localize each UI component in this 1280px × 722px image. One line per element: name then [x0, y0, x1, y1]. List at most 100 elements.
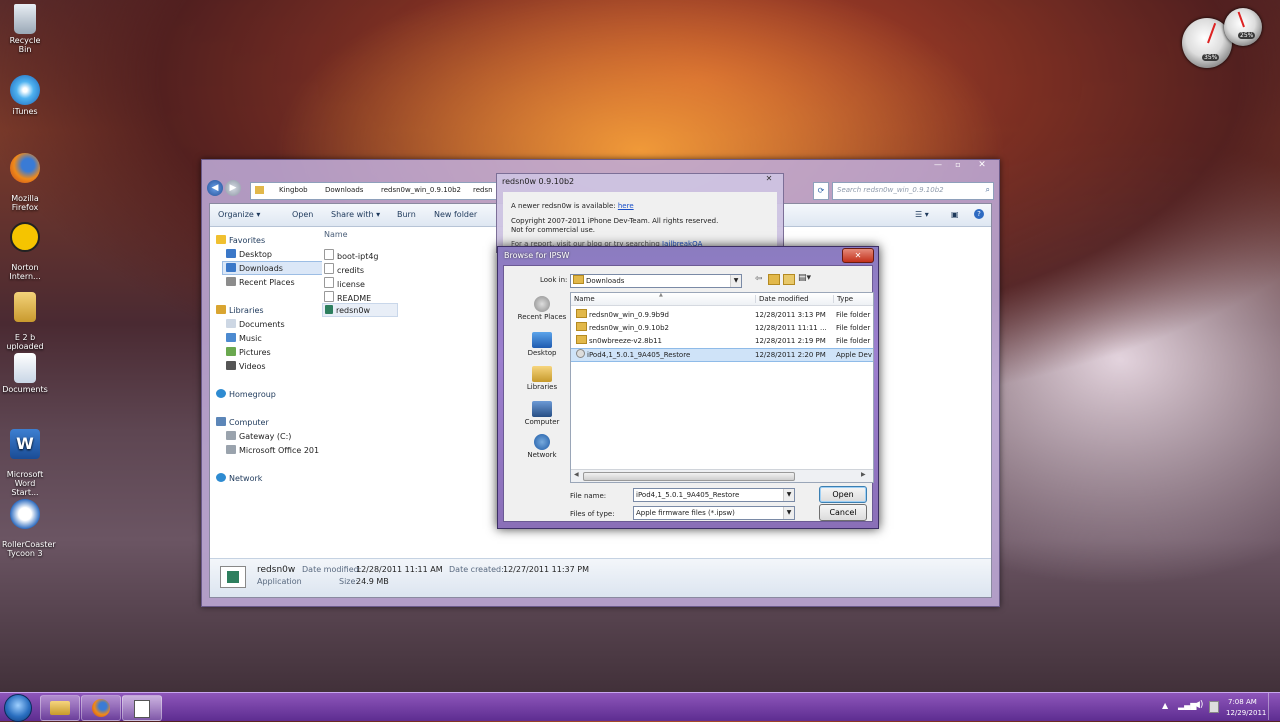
file-name-text: redsn0w_win_0.9.10b2 — [589, 324, 670, 332]
horizontal-scrollbar[interactable]: ◀ ▶ — [571, 469, 873, 482]
firefox-icon — [92, 699, 110, 717]
place-libraries[interactable]: Libraries — [512, 366, 572, 391]
up-folder-icon[interactable] — [768, 274, 780, 285]
nav-videos[interactable]: Videos — [226, 361, 266, 371]
column-header-type[interactable]: Type — [833, 295, 853, 303]
breadcrumb-item[interactable]: redsn0w_win_0.9.10b2 — [381, 186, 461, 194]
place-label: Network — [527, 451, 557, 459]
file-name-input[interactable]: iPod4,1_5.0.1_9A405_Restore ▼ — [633, 488, 795, 502]
file-row[interactable]: boot-ipt4g — [324, 249, 379, 261]
file-row-selected[interactable]: iPod4,1_5.0.1_9A405_Restore 12/28/2011 2… — [571, 348, 873, 362]
file-row[interactable]: credits — [324, 263, 364, 275]
view-options-icon[interactable]: ☰ ▾ — [915, 210, 929, 219]
nav-gateway-drive[interactable]: Gateway (C:) — [226, 431, 291, 441]
file-type: File folder — [836, 337, 871, 345]
power-icon[interactable] — [1209, 701, 1219, 713]
column-header-date[interactable]: Date modified — [755, 295, 809, 303]
nav-favorites[interactable]: Favorites — [216, 235, 265, 245]
desktop-icon-documents[interactable]: Documents — [2, 353, 48, 394]
firefox-icon — [10, 153, 40, 183]
close-button[interactable]: ✕ — [968, 160, 996, 171]
breadcrumb-item[interactable]: redsn — [473, 186, 493, 194]
memory-meter-gadget[interactable]: 25% — [1224, 8, 1262, 46]
new-folder-button[interactable]: New folder — [434, 210, 477, 219]
folder-icon — [255, 186, 264, 194]
new-folder-icon[interactable] — [783, 274, 795, 285]
place-recent-places[interactable]: Recent Places — [512, 296, 572, 321]
show-hidden-icons[interactable]: ▲ — [1162, 701, 1168, 710]
taskbar-firefox[interactable] — [81, 695, 121, 721]
file-row[interactable]: redsn0w_win_0.9.10b2 12/28/2011 11:11 ..… — [571, 322, 873, 334]
update-link[interactable]: here — [618, 202, 634, 210]
nav-network[interactable]: Network — [216, 473, 262, 483]
desktop-icon-folder[interactable]: E 2 b uploaded — [2, 283, 48, 360]
burn-button[interactable]: Burn — [397, 210, 416, 219]
file-row[interactable]: README — [324, 291, 371, 303]
browse-ipsw-dialog[interactable]: Browse for IPSW ✕ Look in: Downloads ▼ ⇦… — [497, 246, 879, 529]
minimize-button[interactable]: — — [928, 160, 948, 171]
start-button[interactable] — [4, 694, 32, 722]
nav-recent-places[interactable]: Recent Places — [226, 277, 295, 287]
desktop-icon-recycle-bin[interactable]: Recycle Bin — [2, 4, 48, 54]
nav-pictures[interactable]: Pictures — [226, 347, 271, 357]
open-button[interactable]: Open — [292, 210, 313, 219]
back-icon[interactable]: ⇦ — [755, 274, 763, 284]
chevron-down-icon: ▼ — [783, 507, 794, 519]
nav-music[interactable]: Music — [226, 333, 262, 343]
open-button[interactable]: Open — [819, 486, 867, 503]
computer-icon — [532, 401, 552, 417]
file-type-select[interactable]: Apple firmware files (*.ipsw) ▼ — [633, 506, 795, 520]
refresh-button[interactable]: ⟳ — [813, 182, 829, 200]
desktop-icon-norton[interactable]: Norton Intern... — [2, 213, 48, 290]
details-file-type: Application — [257, 577, 302, 586]
close-button[interactable]: ✕ — [842, 248, 874, 263]
itunes-icon — [10, 75, 40, 105]
scrollbar-thumb[interactable] — [583, 472, 795, 481]
organize-button[interactable]: Organize ▾ — [218, 210, 260, 219]
column-header-name[interactable]: Name — [324, 230, 348, 239]
nav-documents[interactable]: Documents — [226, 319, 285, 329]
redsn0w-window[interactable]: redsn0w 0.9.10b2 ✕ A newer redsn0w is av… — [496, 173, 784, 253]
breadcrumb-item[interactable]: Downloads — [325, 186, 363, 194]
nav-office-drive[interactable]: Microsoft Office 201 — [226, 445, 319, 455]
nav-desktop[interactable]: Desktop — [226, 249, 272, 259]
file-row-selected[interactable]: redsn0w — [322, 303, 398, 317]
file-row[interactable]: redsn0w_win_0.9.9b9d 12/28/2011 3:13 PM … — [571, 309, 873, 321]
file-row[interactable]: license — [324, 277, 365, 289]
help-icon[interactable]: ? — [974, 209, 984, 219]
maximize-button[interactable]: ▫ — [948, 160, 968, 171]
show-desktop-button[interactable] — [1268, 693, 1280, 720]
place-network[interactable]: Network — [512, 434, 572, 459]
clock-time[interactable]: 7:08 AM — [1228, 698, 1257, 706]
nav-libraries[interactable]: Libraries — [216, 305, 264, 315]
place-computer[interactable]: Computer — [512, 401, 572, 426]
share-with-button[interactable]: Share with ▾ — [331, 210, 380, 219]
breadcrumb-item[interactable]: Kingbob — [279, 186, 308, 194]
nav-homegroup[interactable]: Homegroup — [216, 389, 276, 399]
place-desktop[interactable]: Desktop — [512, 332, 572, 357]
preview-pane-icon[interactable]: ▣ — [951, 210, 959, 219]
taskbar-redsn0w[interactable] — [122, 695, 162, 721]
column-header-name[interactable]: Name — [574, 295, 595, 303]
close-button[interactable]: ✕ — [759, 174, 779, 185]
desktop-icon-itunes[interactable]: iTunes — [2, 75, 48, 116]
search-box[interactable]: Search redsn0w_win_0.9.10b2 ⌕ — [832, 182, 994, 200]
file-row[interactable]: sn0wbreeze-v2.8b11 12/28/2011 2:19 PM Fi… — [571, 335, 873, 347]
clock-date[interactable]: 12/29/2011 — [1226, 709, 1266, 717]
redsn0w-content: A newer redsn0w is available: here Copyr… — [503, 192, 777, 252]
breadcrumb[interactable]: Kingbob Downloads redsn0w_win_0.9.10b2 r… — [250, 182, 498, 200]
desktop-icon-firefox[interactable]: Mozilla Firefox — [2, 144, 48, 221]
view-menu-icon[interactable]: ▤▾ — [798, 273, 811, 283]
volume-icon[interactable]: ◀) — [1193, 700, 1203, 710]
file-icon — [324, 291, 334, 302]
scroll-right-icon[interactable]: ▶ — [861, 471, 866, 478]
cancel-button[interactable]: Cancel — [819, 504, 867, 521]
nav-downloads[interactable]: Downloads — [222, 261, 326, 275]
forward-button[interactable]: ▶ — [225, 180, 241, 196]
nav-computer[interactable]: Computer — [216, 417, 269, 427]
desktop-icon-rollercoaster[interactable]: RollerCoaster Tycoon 3 — [2, 490, 56, 567]
taskbar-explorer[interactable] — [40, 695, 80, 721]
look-in-select[interactable]: Downloads ▼ — [570, 274, 742, 288]
scroll-left-icon[interactable]: ◀ — [574, 471, 579, 478]
back-button[interactable]: ◀ — [207, 180, 223, 196]
